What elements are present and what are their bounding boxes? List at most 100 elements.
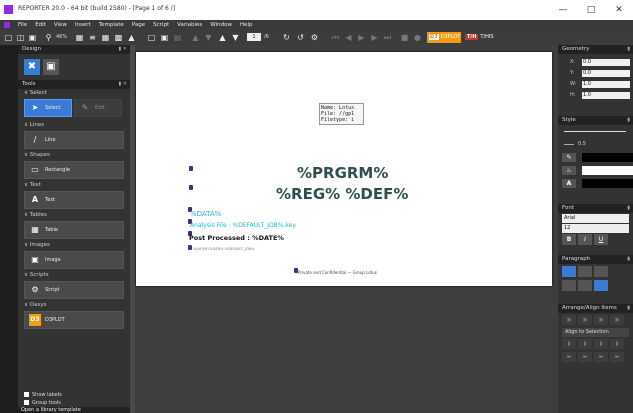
menu-variables[interactable]: Variables	[173, 22, 206, 28]
pen-icon[interactable]: ✎	[562, 153, 576, 162]
arrange-forward-icon[interactable]: ▣	[594, 315, 608, 325]
menu-file[interactable]: File	[14, 22, 31, 28]
align-right-button[interactable]	[594, 266, 608, 277]
font-size-select[interactable]: 12	[562, 224, 629, 233]
menu-script[interactable]: Script	[149, 22, 173, 28]
select-tool-button[interactable]: ➤ Select	[24, 99, 72, 117]
page-delete-icon[interactable]: ▤	[172, 32, 183, 43]
fill-bucket-icon[interactable]: ♨	[562, 166, 576, 175]
valign-bottom-button[interactable]	[594, 280, 608, 291]
align-bottom-edge-icon[interactable]: ▬	[594, 352, 608, 362]
line-style-row[interactable]	[558, 125, 633, 138]
record-icon[interactable]: ●	[412, 32, 423, 43]
app-menu-icon[interactable]	[4, 22, 10, 28]
underline-button[interactable]: U	[594, 234, 608, 245]
first-page-icon[interactable]: ⏮	[330, 32, 341, 43]
small-variable-text[interactable]: %AUTHFOLDER% %DEFAULT_JOB%	[193, 247, 254, 251]
page-copy-icon[interactable]: ▣	[159, 32, 170, 43]
zoom-icon[interactable]: ⚲	[43, 32, 54, 43]
bold-button[interactable]: B	[562, 234, 576, 245]
footer-text[interactable]: Private and Confidential — Group Lotus	[298, 270, 377, 275]
arrange-backward-icon[interactable]: ▣	[610, 315, 624, 325]
maximize-button[interactable]: □	[577, 0, 605, 20]
rectangle-tool-button[interactable]: ▭ Rectangle	[24, 161, 124, 179]
text-tool-button[interactable]: A Text	[24, 191, 124, 209]
select-grid-icon[interactable]: ▩	[113, 32, 124, 43]
category-oasys[interactable]: ∨ Oasys	[18, 301, 130, 310]
panel-close-icon[interactable]: ▮ ✕	[118, 45, 127, 54]
align-left-edge-icon[interactable]: ▮	[562, 339, 576, 349]
prev-page-icon[interactable]: ◀	[343, 32, 354, 43]
category-shapes[interactable]: ∨ Shapes	[18, 151, 130, 160]
distribute-h-icon[interactable]: ▮	[610, 339, 624, 349]
layout-grid-icon[interactable]: ▦	[100, 32, 111, 43]
close-button[interactable]: ✕	[605, 0, 633, 20]
pin-icon[interactable]: ▮	[627, 304, 630, 313]
save-icon[interactable]: ▣	[27, 32, 38, 43]
minimize-button[interactable]: —	[549, 0, 577, 20]
italic-button[interactable]: I	[578, 234, 592, 245]
refresh-icon[interactable]: ↻	[281, 32, 292, 43]
post-processed-text[interactable]: Post Processed : %DATE%	[189, 234, 284, 242]
move-up-icon[interactable]: ▲	[217, 32, 228, 43]
play-icon[interactable]: ▶	[356, 32, 367, 43]
align-top-icon[interactable]: ▲	[190, 32, 201, 43]
category-tables[interactable]: ∨ Tables	[18, 211, 130, 220]
category-text[interactable]: ∨ Text	[18, 181, 130, 190]
geometry-y-input[interactable]: 0.0	[582, 70, 630, 77]
line-width-row[interactable]: 0.5	[558, 138, 633, 151]
menu-page[interactable]: Page	[128, 22, 149, 28]
page-prev-icon[interactable]: □	[146, 32, 157, 43]
align-vcenter-icon[interactable]: ▬	[578, 352, 592, 362]
geometry-h-input[interactable]: 1.0	[582, 92, 630, 99]
menu-edit[interactable]: Edit	[31, 22, 50, 28]
category-scripts[interactable]: ∨ Scripts	[18, 271, 130, 280]
page-number-input[interactable]: 1	[247, 33, 261, 41]
menu-window[interactable]: Window	[206, 22, 236, 28]
align-hcenter-icon[interactable]: ▮	[578, 339, 592, 349]
pin-icon[interactable]: ▮	[627, 255, 630, 264]
design-view-icon[interactable]: ▣	[43, 59, 59, 75]
logo-image-box[interactable]: Name: Lotus File: //gp1 Filetype: i	[319, 103, 364, 125]
d3plot-tool-button[interactable]: D3 D3PLOT	[24, 311, 124, 329]
valign-middle-button[interactable]	[578, 280, 592, 291]
align-right-edge-icon[interactable]: ▮	[594, 339, 608, 349]
cap-icon[interactable]: ▲	[126, 32, 137, 43]
line-tool-button[interactable]: ∕ Line	[24, 131, 124, 149]
design-tools-icon[interactable]: ✖	[24, 59, 40, 75]
category-select[interactable]: ∨ Select	[18, 89, 130, 98]
d3plot-button[interactable]: D3 D3PLOT	[427, 32, 461, 43]
stop-icon[interactable]: ■	[399, 32, 410, 43]
pin-icon[interactable]: ▮	[627, 45, 630, 54]
valign-top-button[interactable]	[562, 280, 576, 291]
show-labels-checkbox[interactable]: Show labels	[24, 391, 62, 399]
next-page-icon[interactable]: ▶	[369, 32, 380, 43]
data-variable-text[interactable]: %DATA%	[190, 210, 221, 218]
edit-tool-button[interactable]: ✎ Edit	[74, 99, 122, 117]
geometry-w-input[interactable]: 1.0	[582, 81, 630, 88]
analysis-file-text[interactable]: Analysis File : %DEFAULT_JOB%.key	[190, 222, 296, 229]
refresh-all-icon[interactable]: ↺	[295, 32, 306, 43]
table-tool-button[interactable]: ▦ Table	[24, 221, 124, 239]
menu-view[interactable]: View	[50, 22, 71, 28]
distribute-v-icon[interactable]: ▬	[610, 352, 624, 362]
image-tool-button[interactable]: ▣ Image	[24, 251, 124, 269]
program-variable-text[interactable]: %PRGRM%	[297, 164, 388, 182]
group-tools-checkbox[interactable]: Group tools	[24, 399, 62, 407]
menu-insert[interactable]: Insert	[71, 22, 95, 28]
arrange-back-icon[interactable]: ▣	[578, 315, 592, 325]
new-file-icon[interactable]: □	[3, 32, 14, 43]
grid-icon[interactable]: ▦	[74, 32, 85, 43]
align-center-button[interactable]	[578, 266, 592, 277]
snap-icon[interactable]: ≡	[87, 32, 98, 43]
text-color-icon[interactable]: A	[562, 179, 576, 188]
zoom-level[interactable]: 46%	[56, 33, 67, 41]
canvas-scrollbar[interactable]	[130, 45, 135, 413]
open-folder-icon[interactable]: ◫	[15, 32, 26, 43]
fill-color-swatch[interactable]	[582, 166, 633, 175]
align-to-select[interactable]: Align to Selection	[562, 328, 629, 337]
move-down-icon[interactable]: ▼	[230, 32, 241, 43]
menu-template[interactable]: Template	[95, 22, 128, 28]
text-color-swatch[interactable]	[582, 179, 633, 188]
generate-icon[interactable]: ⚙	[309, 32, 320, 43]
